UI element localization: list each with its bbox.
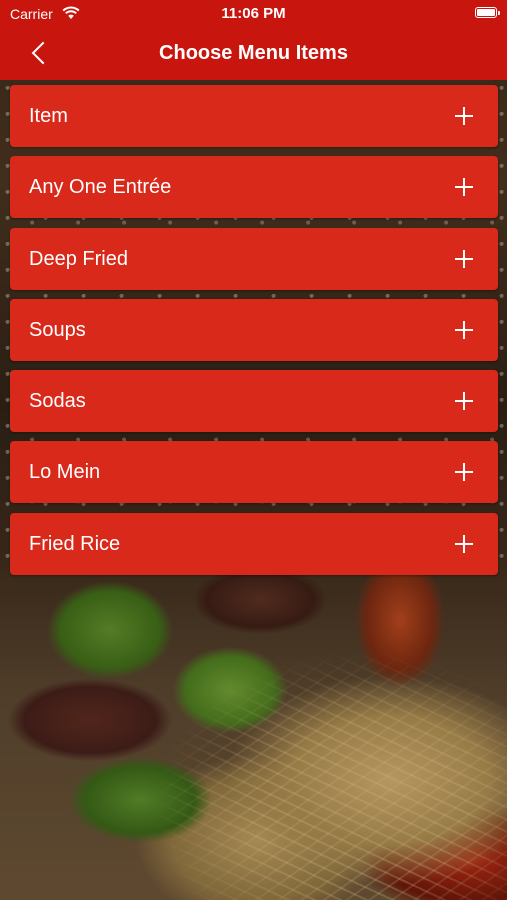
menu-category-soups[interactable]: Soups	[10, 298, 498, 361]
menu-category-sodas[interactable]: Sodas	[10, 370, 498, 433]
top-bar: Carrier 11:06 PM Choose Menu Items	[0, 0, 507, 80]
plus-icon[interactable]	[455, 534, 473, 553]
battery-icon	[475, 7, 500, 18]
menu-category-label: Item	[29, 105, 68, 127]
menu-category-list: Item Any One Entrée Deep Fried Soups Sod…	[10, 85, 498, 584]
clock: 11:06 PM	[221, 5, 286, 22]
menu-category-any-one-entree[interactable]: Any One Entrée	[10, 156, 498, 219]
plus-icon[interactable]	[455, 392, 473, 411]
menu-category-label: Deep Fried	[29, 247, 128, 270]
menu-category-fried-rice[interactable]: Fried Rice	[10, 512, 498, 575]
plus-icon[interactable]	[455, 249, 473, 268]
plus-icon[interactable]	[455, 463, 473, 482]
navigation-bar: Choose Menu Items	[0, 28, 507, 80]
page-title: Choose Menu Items	[159, 42, 348, 64]
status-bar: Carrier 11:06 PM	[0, 0, 507, 28]
menu-category-deep-fried[interactable]: Deep Fried	[10, 227, 498, 290]
menu-category-lo-mein[interactable]: Lo Mein	[10, 441, 498, 504]
plus-icon[interactable]	[455, 107, 473, 125]
menu-category-label: Fried Rice	[29, 532, 121, 555]
menu-category-label: Sodas	[29, 390, 86, 413]
plus-icon[interactable]	[455, 178, 473, 197]
menu-category-label: Lo Mein	[29, 461, 101, 484]
menu-category-label: Soups	[29, 318, 86, 341]
menu-category-item[interactable]: Item	[10, 85, 498, 147]
plus-icon[interactable]	[455, 320, 473, 339]
menu-category-label: Any One Entrée	[29, 176, 172, 199]
